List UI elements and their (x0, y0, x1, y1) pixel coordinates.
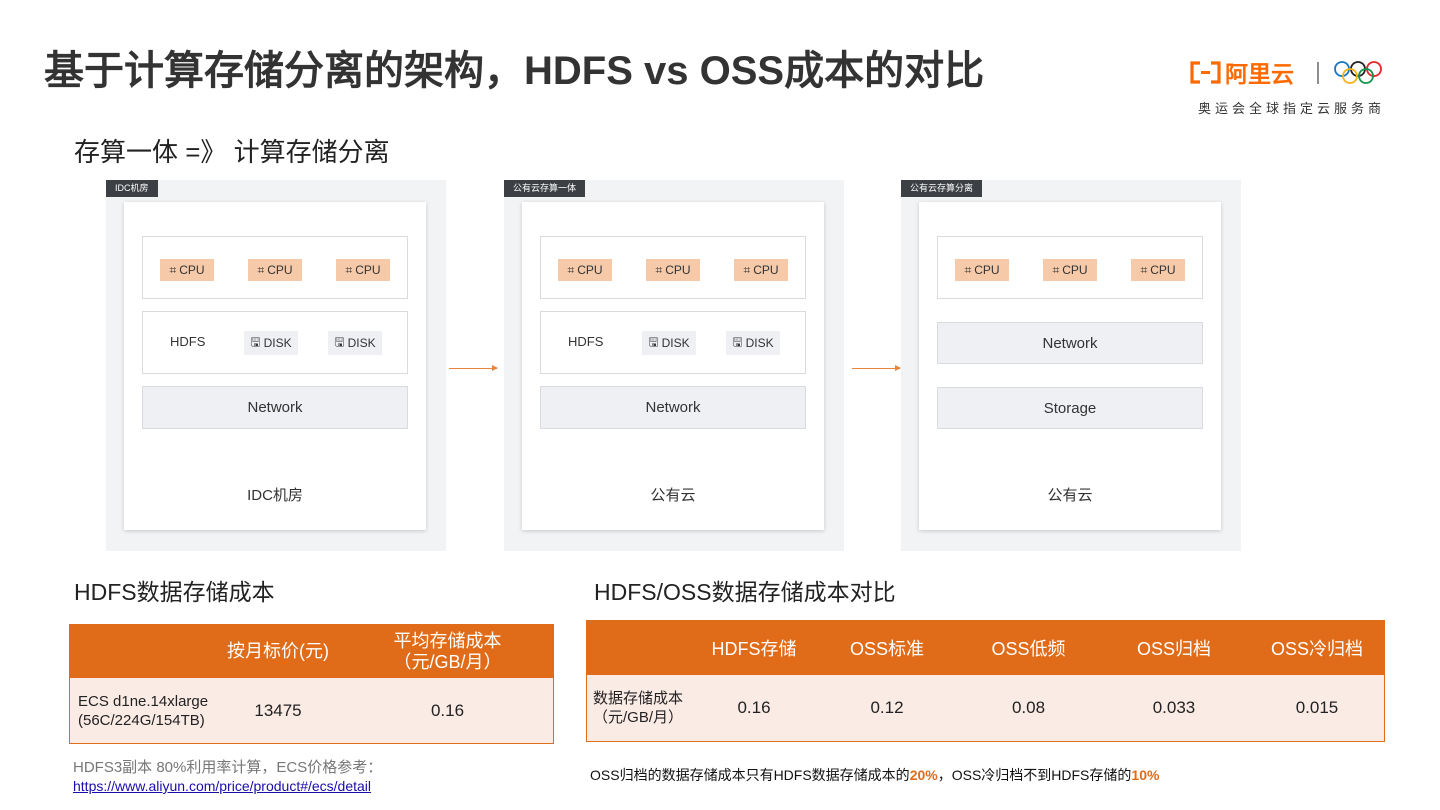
hdfs-cost-title: HDFS数据存储成本 (74, 579, 275, 605)
disk-chip: 🖫 DISK (642, 331, 696, 355)
summary-text: OSS归档的数据存储成本只有HDFS数据存储成本的20%，OSS冷归档不到HDF… (590, 767, 1160, 783)
disk-icon: 🖫 (334, 334, 345, 349)
hdfs-label: HDFS (568, 334, 604, 349)
chip-icon: ⌗ (1140, 262, 1148, 277)
cpu-chip: ⌗ CPU (646, 259, 700, 281)
panel-card: ⌗ CPU ⌗ CPU ⌗ CPU HDFS 🖫 DISK 🖫 DISK Network … (522, 202, 824, 530)
hdfs-row: HDFS 🖫 DISK 🖫 DISK (540, 311, 806, 374)
table-header-row: HDFS存储 OSS标准 OSS低频 OSS归档 OSS冷归档 (586, 620, 1385, 675)
footnote: HDFS3副本 80%利用率计算，ECS价格参考： https://www.al… (73, 758, 382, 796)
disk-chip: 🖫 DISK (244, 331, 298, 355)
cpu-row: ⌗ CPU ⌗ CPU ⌗ CPU (142, 236, 408, 299)
ecs-price-link[interactable]: https://www.aliyun.com/price/product#/ec… (73, 778, 371, 794)
storage-box: Storage (937, 387, 1203, 429)
cpu-chip: ⌗ CPU (955, 259, 1009, 281)
arrow-right-icon (449, 365, 498, 371)
cpu-row: ⌗ CPU ⌗ CPU ⌗ CPU (540, 236, 806, 299)
hdfs-label: HDFS (170, 334, 206, 349)
table-cell: 0.16 (342, 678, 554, 744)
chip-icon: ⌗ (169, 262, 177, 277)
table-cell: 0.033 (1098, 675, 1250, 742)
section-subtitle: 存算一体 =》 计算存储分离 (74, 137, 390, 167)
hdfs-cost-table: 按月标价(元) 平均存储成本 （元/GB/月） ECS d1ne.14xlarge… (69, 624, 554, 744)
table-header: OSS归档 (1098, 620, 1250, 675)
disk-icon: 🖫 (648, 334, 659, 349)
table-header (586, 620, 693, 675)
panel-public-cloud-integrated: 公有云存算一体 ⌗ CPU ⌗ CPU ⌗ CPU HDFS 🖫 DISK 🖫 DISK … (504, 180, 844, 551)
table-header: OSS标准 (815, 620, 959, 675)
cost-compare-table: HDFS存储 OSS标准 OSS低频 OSS归档 OSS冷归档 数据存储成本 （元… (586, 620, 1385, 742)
disk-chip: 🖫 DISK (726, 331, 780, 355)
disk-icon: 🖫 (250, 334, 261, 349)
table-cell: ECS d1ne.14xlarge (56C/224G/154TB) (69, 678, 214, 744)
compare-title: HDFS/OSS数据存储成本对比 (594, 579, 896, 605)
chip-icon: ⌗ (964, 262, 972, 277)
chip-icon: ⌗ (743, 262, 751, 277)
table-cell: 0.16 (693, 675, 815, 742)
footnote-text: HDFS3副本 80%利用率计算，ECS价格参考： (73, 759, 383, 776)
cpu-chip: ⌗ CPU (248, 259, 302, 281)
table-header: 按月标价(元) (214, 624, 342, 678)
cpu-chip: ⌗ CPU (558, 259, 612, 281)
panel-tag: 公有云存算一体 (504, 180, 586, 197)
panel-label: IDC机房 (247, 487, 303, 504)
table-header: 平均存储成本 （元/GB/月） (342, 624, 554, 678)
cpu-row: ⌗ CPU ⌗ CPU ⌗ CPU (937, 236, 1203, 299)
page-title: 基于计算存储分离的架构，HDFS vs OSS成本的对比 (44, 49, 985, 93)
panel-public-cloud-separated: 公有云存算分离 ⌗ CPU ⌗ CPU ⌗ CPU Network Storage 公… (901, 180, 1241, 551)
table-header (69, 624, 214, 678)
panel-card: ⌗ CPU ⌗ CPU ⌗ CPU Network Storage 公有云 (919, 202, 1221, 530)
hdfs-row: HDFS 🖫 DISK 🖫 DISK (142, 311, 408, 374)
table-row: ECS d1ne.14xlarge (56C/224G/154TB) 13475 … (69, 678, 554, 744)
disk-icon: 🖫 (732, 334, 743, 349)
table-cell: 0.12 (815, 675, 959, 742)
cpu-chip: ⌗ CPU (734, 259, 788, 281)
cpu-chip: ⌗ CPU (160, 259, 214, 281)
panel-label: 公有云 (1047, 487, 1093, 504)
table-header-row: 按月标价(元) 平均存储成本 （元/GB/月） (69, 624, 554, 678)
table-cell: 13475 (214, 678, 342, 744)
chip-icon: ⌗ (257, 262, 265, 277)
table-cell: 0.08 (959, 675, 1098, 742)
network-box: Network (937, 322, 1203, 364)
logo-tagline: 奥运会全球指定云服务商 (1198, 101, 1386, 116)
svg-text:阿里云: 阿里云 (1225, 62, 1294, 88)
table-header: OSS冷归档 (1250, 620, 1385, 675)
highlight-percent: 10% (1131, 767, 1160, 783)
disk-chip: 🖫 DISK (328, 331, 382, 355)
panel-tag: 公有云存算分离 (901, 180, 983, 197)
cpu-chip: ⌗ CPU (336, 259, 390, 281)
panel-label: 公有云 (650, 487, 696, 504)
table-cell: 0.015 (1250, 675, 1385, 742)
chip-icon: ⌗ (655, 262, 663, 277)
network-box: Network (540, 386, 806, 429)
highlight-percent: 20% (909, 767, 938, 783)
cpu-chip: ⌗ CPU (1043, 259, 1097, 281)
chip-icon: ⌗ (1052, 262, 1060, 277)
panel-tag: IDC机房 (106, 180, 158, 197)
panel-card: ⌗ CPU ⌗ CPU ⌗ CPU HDFS 🖫 DISK 🖫 DISK Network … (124, 202, 426, 530)
table-cell: 数据存储成本 （元/GB/月） (586, 675, 693, 742)
arrow-right-icon (852, 365, 901, 371)
table-header: HDFS存储 (693, 620, 815, 675)
chip-icon: ⌗ (345, 262, 353, 277)
chip-icon: ⌗ (567, 262, 575, 277)
panel-idc: IDC机房 ⌗ CPU ⌗ CPU ⌗ CPU HDFS 🖫 DISK 🖫 DISK Ne… (106, 180, 446, 551)
table-row: 数据存储成本 （元/GB/月） 0.16 0.12 0.08 0.033 0.01… (586, 675, 1385, 742)
network-box: Network (142, 386, 408, 429)
table-header: OSS低频 (959, 620, 1098, 675)
cpu-chip: ⌗ CPU (1131, 259, 1185, 281)
